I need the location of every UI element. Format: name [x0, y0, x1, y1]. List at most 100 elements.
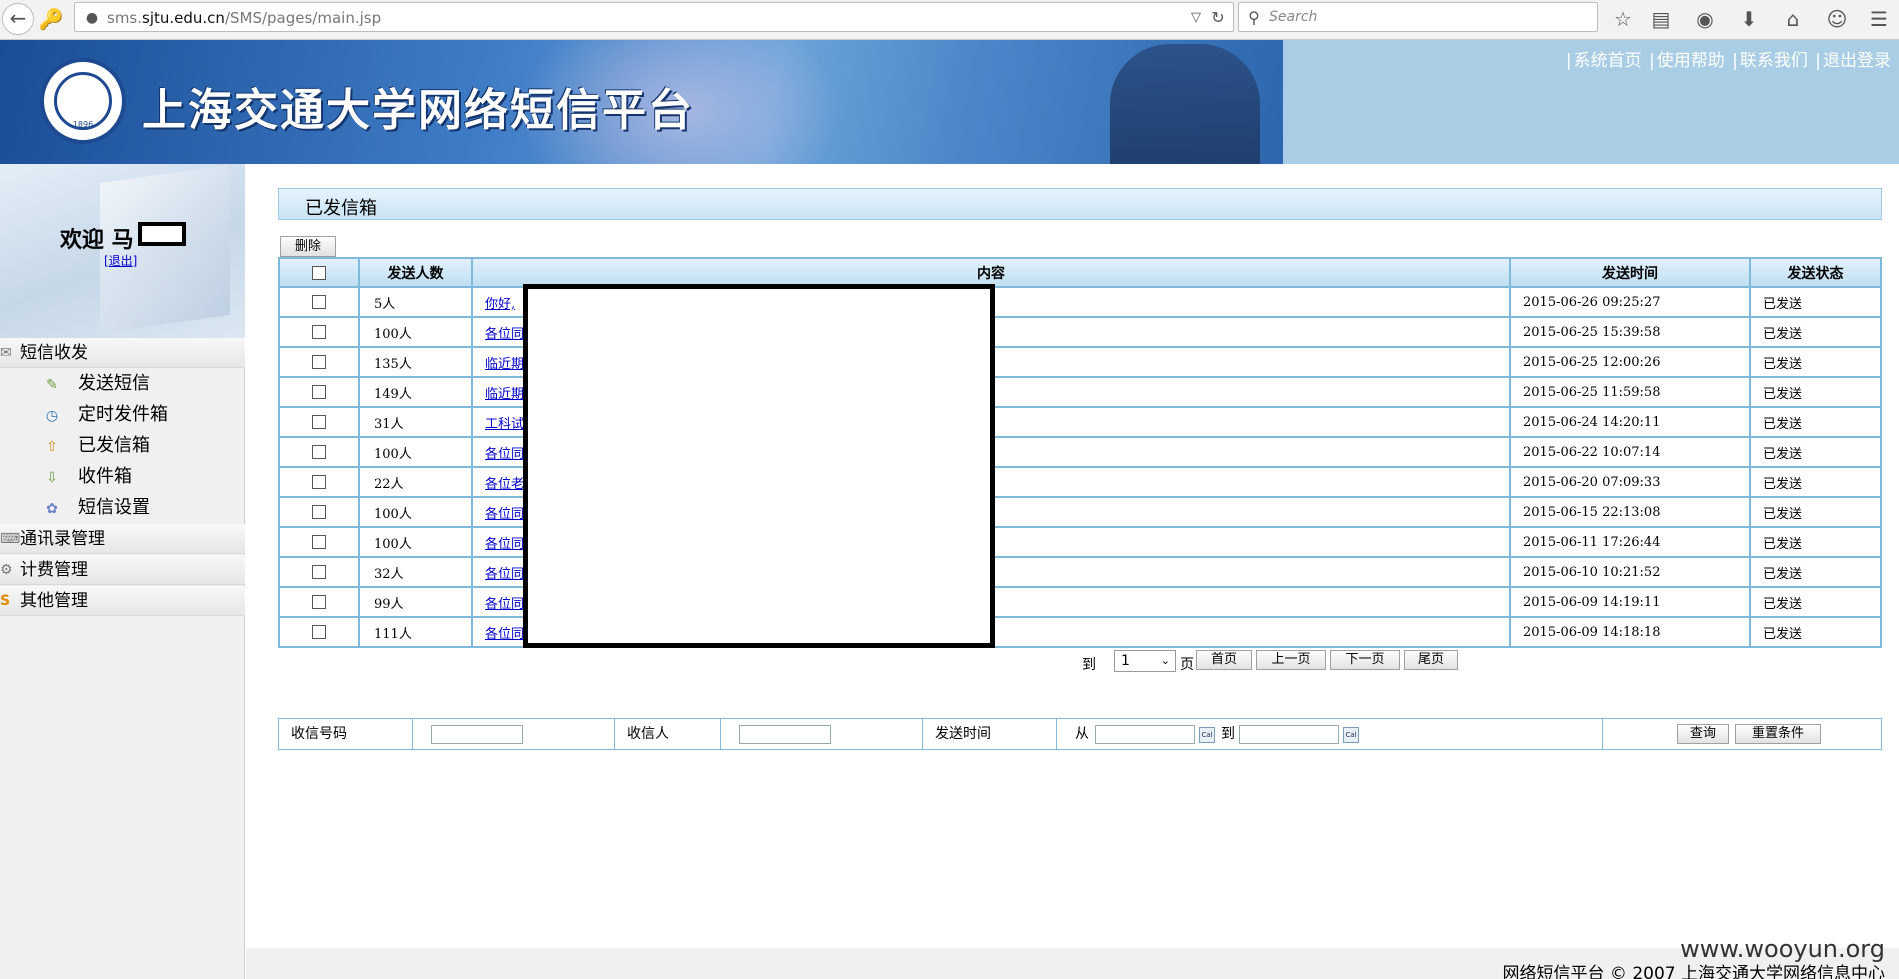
address-bar[interactable]: ● sms.sjtu.edu.cn/SMS/pages/main.jsp ▽ ↻ [74, 2, 1234, 32]
row-checkbox[interactable] [312, 505, 326, 519]
send-time: 2015-06-11 17:26:44 [1509, 526, 1751, 558]
to-label: 到 [1221, 726, 1235, 742]
reload-icon[interactable]: ↻ [1205, 5, 1231, 31]
send-status: 已发送 [1749, 376, 1882, 408]
table-row: 31人 工科试 2015-06-24 14:20:11 已发送 [278, 406, 1882, 438]
receiver-label: 收信人 [615, 719, 721, 749]
col-header-status: 发送状态 [1749, 257, 1882, 288]
row-select-cell [278, 436, 360, 468]
row-checkbox[interactable] [312, 415, 326, 429]
logout-link[interactable]: [退出] [104, 252, 137, 269]
goto-label: 到 [1082, 657, 1096, 673]
star-icon[interactable]: ☆ [1610, 6, 1636, 32]
send-time: 2015-06-09 14:18:18 [1509, 616, 1751, 648]
message-link[interactable]: 各位同 [485, 447, 524, 462]
pocket-icon[interactable]: ◉ [1692, 6, 1718, 32]
row-checkbox[interactable] [312, 355, 326, 369]
table-row: 100人 各位同 2015-06-25 15:39:58 已发送 [278, 316, 1882, 348]
row-checkbox[interactable] [312, 565, 326, 579]
reset-button[interactable]: 重置条件 [1735, 724, 1821, 744]
reading-list-icon[interactable]: ▤ [1648, 6, 1674, 32]
link-contact[interactable]: 联系我们 [1740, 51, 1808, 71]
menu-icon[interactable]: ☰ [1866, 6, 1892, 32]
row-select-cell [278, 376, 360, 408]
sidebar-item-scheduled[interactable]: ◷ 定时发件箱 [40, 400, 168, 430]
table-row: 22人 各位老 2015-06-20 07:09:33 已发送 [278, 466, 1882, 498]
table-row: 100人 各位同 2015-06-15 22:13:08 已发送 [278, 496, 1882, 528]
row-checkbox[interactable] [312, 535, 326, 549]
row-select-cell [278, 526, 360, 558]
sidebar-item-inbox[interactable]: ⇩ 收件箱 [40, 462, 132, 492]
receiver-cell [721, 719, 923, 749]
link-help[interactable]: 使用帮助 [1657, 51, 1725, 71]
row-checkbox[interactable] [312, 445, 326, 459]
message-link[interactable]: 工科试 [485, 417, 524, 432]
send-status: 已发送 [1749, 616, 1882, 648]
message-link[interactable]: 各位老 [485, 477, 524, 492]
row-select-cell [278, 556, 360, 588]
message-link[interactable]: 各位同 [485, 507, 524, 522]
message-link[interactable]: 临近期 [485, 357, 524, 372]
message-link[interactable]: 各位同 [485, 537, 524, 552]
row-checkbox[interactable] [312, 295, 326, 309]
page-select[interactable]: 1 ⌄ [1114, 650, 1176, 672]
link-home[interactable]: 系统首页 [1574, 51, 1642, 71]
number-cell [413, 719, 615, 749]
table-row: 32人 各位同 2015-06-10 10:21:52 已发送 [278, 556, 1882, 588]
query-button[interactable]: 查询 [1677, 724, 1729, 744]
send-status: 已发送 [1749, 316, 1882, 348]
recipient-count: 100人 [358, 436, 473, 468]
select-all-checkbox[interactable] [312, 265, 326, 280]
time-cell: 从 Cal 到 Cal [1057, 719, 1603, 749]
link-logout[interactable]: 退出登录 [1823, 51, 1891, 71]
calendar-icon[interactable]: Cal [1343, 727, 1359, 743]
send-time: 2015-06-25 12:00:26 [1509, 346, 1751, 378]
send-time: 2015-06-25 11:59:58 [1509, 376, 1751, 408]
people-image [1110, 44, 1260, 164]
message-link[interactable]: 各位同 [485, 597, 524, 612]
recipient-count: 100人 [358, 496, 473, 528]
end-date-input[interactable] [1239, 725, 1339, 744]
menu-group-other[interactable]: S 其他管理 [0, 586, 245, 616]
download-icon[interactable]: ⬇ [1736, 6, 1762, 32]
key-icon[interactable]: 🔑 [38, 6, 64, 32]
chat-icon[interactable]: ☺ [1824, 6, 1850, 32]
table-row: 100人 各位同 2015-06-22 10:07:14 已发送 [278, 436, 1882, 468]
last-page-button[interactable]: 尾页 [1404, 650, 1458, 670]
send-time: 2015-06-15 22:13:08 [1509, 496, 1751, 528]
number-input[interactable] [431, 725, 523, 744]
start-date-input[interactable] [1095, 725, 1195, 744]
menu-group-sms[interactable]: ✉ 短信收发 [0, 338, 245, 368]
delete-button[interactable]: 删除 [280, 236, 336, 257]
message-link[interactable]: 你好, [485, 297, 515, 312]
row-checkbox[interactable] [312, 385, 326, 399]
welcome-text: 欢迎 马 [60, 227, 134, 253]
first-page-button[interactable]: 首页 [1196, 650, 1252, 670]
calendar-icon[interactable]: Cal [1199, 727, 1215, 743]
row-checkbox[interactable] [312, 625, 326, 639]
footer-copyright: 网络短信平台 © 2007 上海交通大学网络信息中心 [1502, 964, 1885, 979]
next-page-button[interactable]: 下一页 [1330, 650, 1400, 670]
dollar-icon: S [0, 593, 11, 609]
sidebar-item-settings[interactable]: ✿ 短信设置 [40, 493, 150, 523]
sidebar-item-send-sms[interactable]: ✎ 发送短信 [40, 369, 150, 399]
prev-page-button[interactable]: 上一页 [1256, 650, 1326, 670]
table-row: 5人 你好, 2015-06-26 09:25:27 已发送 [278, 286, 1882, 318]
receiver-input[interactable] [739, 725, 831, 744]
back-icon[interactable]: ← [2, 3, 34, 35]
send-status: 已发送 [1749, 346, 1882, 378]
message-link[interactable]: 各位同 [485, 627, 524, 642]
row-checkbox[interactable] [312, 475, 326, 489]
menu-group-contacts[interactable]: ⌨ 通讯录管理 [0, 524, 245, 554]
table-header-row: 发送人数 内容 发送时间 发送状态 [278, 257, 1882, 288]
home-icon[interactable]: ⌂ [1780, 6, 1806, 32]
recipient-count: 32人 [358, 556, 473, 588]
sidebar-item-sent[interactable]: ⇧ 已发信箱 [40, 431, 150, 461]
message-link[interactable]: 各位同 [485, 327, 524, 342]
row-checkbox[interactable] [312, 325, 326, 339]
search-bar[interactable]: ⚲ Search [1238, 2, 1598, 32]
message-link[interactable]: 临近期 [485, 387, 524, 402]
menu-group-billing[interactable]: ⚙ 计费管理 [0, 555, 245, 585]
row-checkbox[interactable] [312, 595, 326, 609]
message-link[interactable]: 各位同 [485, 567, 524, 582]
